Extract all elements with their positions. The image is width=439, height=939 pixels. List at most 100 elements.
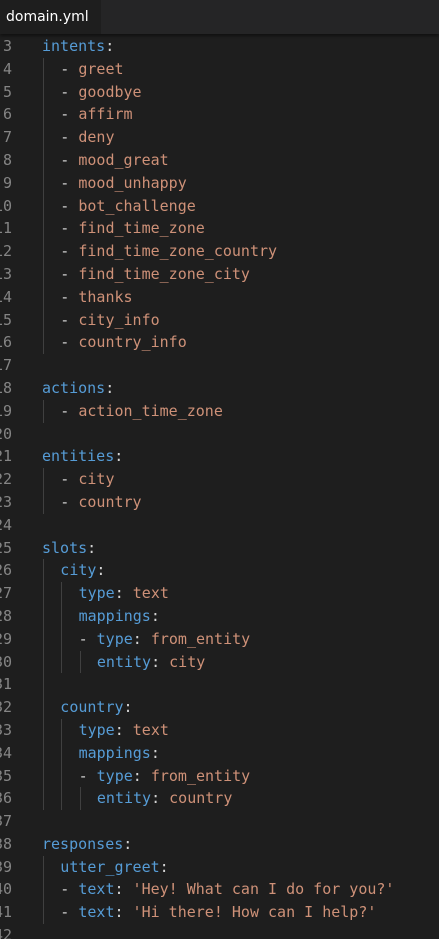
line-number: 27 [0,584,13,603]
code-line[interactable]: 27 type: text [0,582,439,605]
yaml-punctuation: - [60,470,79,489]
line-code: slots: [42,537,96,560]
indent-guide [61,582,63,605]
code-editor[interactable]: 3 intents: 4 - greet 5 - goodbye 6 - affirm 7 - d… [0,34,439,939]
code-line[interactable]: 10 - bot_challenge [0,194,439,218]
code-line[interactable]: 22 - city [0,468,439,491]
yaml-punctuation: - [60,59,79,78]
yaml-value: mood_great [78,150,169,169]
indent-guide [43,741,44,765]
indent-guide [43,308,44,332]
yaml-punctuation: : [87,538,97,557]
code-line[interactable]: 9 - mood_unhappy [0,171,439,195]
indent-guide [43,103,44,127]
tab-domain-yml[interactable]: domain.yml [0,0,101,34]
yaml-key: entity [96,652,152,671]
code-line[interactable]: 16 - country_info [0,331,439,355]
line-number: 17 [0,356,13,375]
code-line[interactable]: 26 city: [0,559,439,583]
indent-guide [43,217,44,241]
indent-guide [43,148,44,172]
yaml-value: deny [78,128,115,147]
code-lines: 3 intents: 4 - greet 5 - goodbye 6 - affirm 7 - d… [0,35,439,939]
yaml-punctuation: : [114,880,133,899]
code-line[interactable]: 42 [0,924,439,939]
yaml-value: text [132,720,169,739]
line-code: - text: 'Hi there! How can I help?' [60,901,376,924]
yaml-punctuation: : [132,766,151,785]
code-line[interactable]: 11 - find_time_zone [0,217,439,241]
code-line[interactable]: 13 - find_time_zone_city [0,262,439,286]
code-line[interactable]: 14 - thanks [0,285,439,309]
yaml-punctuation: : [132,629,151,648]
line-code: - city [60,468,114,491]
yaml-key: city [60,561,97,580]
line-code: - city_info [60,309,159,332]
code-line[interactable]: 5 - goodbye [0,80,439,104]
yaml-punctuation: : [114,447,124,466]
code-line[interactable]: 6 - affirm [0,103,439,127]
code-line[interactable]: 4 - greet [0,57,439,81]
code-line[interactable]: 36 entity: country [0,787,439,811]
line-code: - find_time_zone [60,217,205,240]
indent-guide [43,718,44,742]
yaml-key: type [96,766,133,785]
yaml-punctuation: - [60,880,79,899]
line-number: 18 [0,378,13,397]
line-code: - deny [60,126,114,149]
line-code: - goodbye [60,81,141,104]
line-number: 42 [0,926,13,939]
code-line[interactable]: 28 mappings: [0,604,439,628]
yaml-key: actions [42,378,106,397]
line-number: 11 [0,219,13,238]
code-line[interactable]: 18 actions: [0,377,439,400]
line-number: 14 [0,287,13,306]
code-line[interactable]: 40 - text: 'Hey! What can I do for you?' [0,878,439,902]
yaml-punctuation: : [114,720,133,739]
line-number: 34 [0,743,13,762]
indent-guide [43,126,44,149]
code-line[interactable]: 8 - mood_great [0,148,439,172]
indent-guide [61,741,63,765]
code-line[interactable]: 12 - find_time_zone_country [0,240,439,263]
code-line[interactable]: 37 [0,810,439,833]
code-line[interactable]: 35 - type: from_entity [0,764,439,788]
code-line[interactable]: 32 country: [0,696,439,719]
indent-guide [43,787,44,811]
indent-guide [61,718,63,742]
code-line[interactable]: 15 - city_info [0,308,439,332]
code-line[interactable]: 7 - deny [0,126,439,149]
indent-guide [43,331,44,355]
code-line[interactable]: 17 [0,354,439,377]
code-line[interactable]: 38 responses: [0,833,439,856]
code-line[interactable]: 29 - type: from_entity [0,627,439,651]
line-number: 24 [0,515,13,534]
code-line[interactable]: 39 utter_greet: [0,855,439,879]
indent-guide [43,673,44,697]
line-number: 33 [0,720,13,739]
indent-guide [43,604,44,628]
yaml-punctuation: : [105,37,115,55]
code-line[interactable]: 20 [0,423,439,446]
code-line[interactable]: 21 entities: [0,445,439,468]
code-line[interactable]: 34 mappings: [0,741,439,765]
code-line[interactable]: 31 [0,673,439,697]
code-line[interactable]: 30 entity: city [0,650,439,674]
code-line[interactable]: 3 intents: [0,35,439,58]
code-line[interactable]: 24 [0,514,439,537]
indent-guide [43,80,44,104]
code-line[interactable]: 41 - text: 'Hi there! How can I help?' [0,901,439,925]
yaml-key: responses [42,834,124,853]
line-number: 8 [2,150,12,169]
yaml-value: thanks [78,287,133,306]
line-number: 5 [2,82,12,101]
yaml-punctuation: : [96,561,106,580]
code-line[interactable]: 23 - country [0,490,439,514]
line-number: 37 [0,812,13,831]
code-line[interactable]: 25 slots: [0,537,439,560]
yaml-punctuation: : [114,903,133,922]
yaml-value: bot_challenge [78,196,196,215]
code-line[interactable]: 19 - action_time_zone [0,399,439,423]
code-line[interactable]: 33 type: text [0,718,439,742]
indent-guide [79,650,81,674]
